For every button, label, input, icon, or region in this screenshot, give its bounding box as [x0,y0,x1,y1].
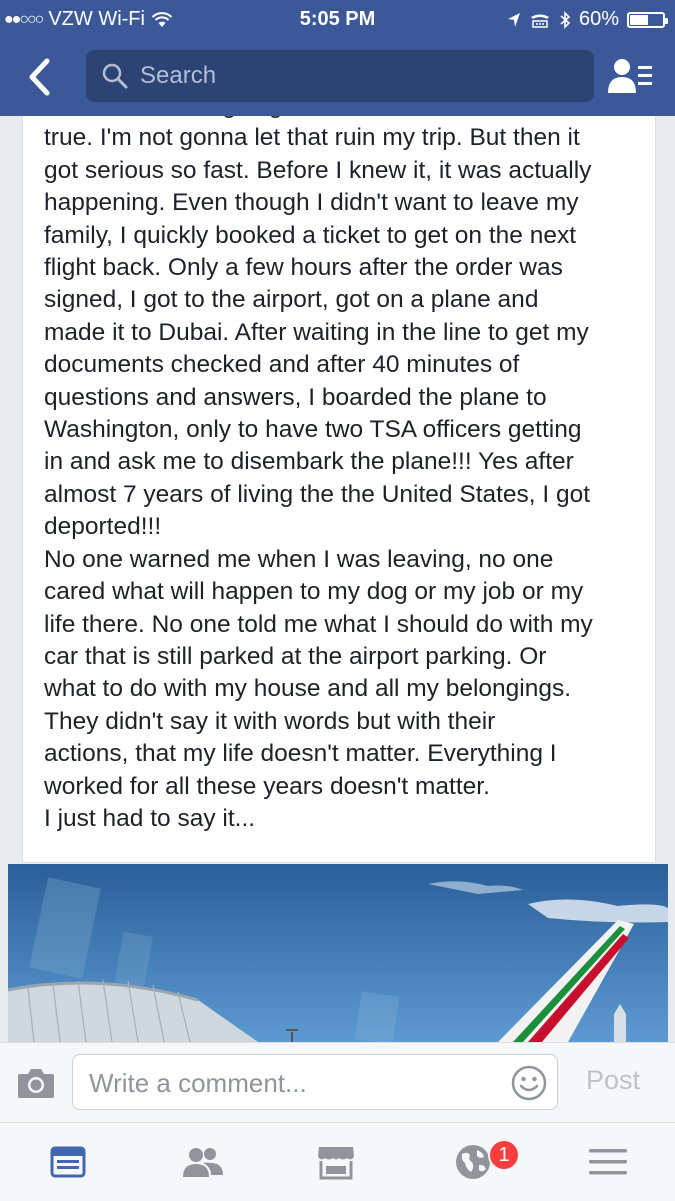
battery-percentage: 60% [578,8,619,30]
post-photo[interactable] [8,864,668,1042]
person-list-icon [608,59,652,93]
airplane-window-photo [8,864,668,1042]
comment-input[interactable] [87,1067,501,1100]
hamburger-menu-icon [589,1149,627,1175]
back-button[interactable] [22,56,56,98]
search-icon [102,63,128,89]
friends-icon [183,1148,223,1177]
status-bar: ●●○○○ VZW Wi-Fi 5:05 PM 60% [0,0,675,38]
post-card: be banned from going back!!!! No that ca… [22,116,656,863]
comment-box[interactable] [72,1054,558,1110]
bluetooth-icon [560,10,571,29]
chevron-left-icon [29,58,50,96]
post-text: be banned from going back!!!! No that ca… [44,116,593,832]
globe-icon [456,1145,490,1179]
emoji-button[interactable] [511,1065,547,1101]
navigation-bar [0,38,675,116]
notification-badge: 1 [488,1139,520,1171]
search-field[interactable] [86,50,594,102]
smiley-icon [511,1065,547,1101]
post-comment-button[interactable]: Post [586,1065,640,1096]
tab-news-feed[interactable] [43,1139,93,1185]
tab-friend-requests[interactable] [178,1139,228,1185]
camera-icon [18,1069,54,1098]
tab-marketplace[interactable] [311,1139,361,1185]
search-input[interactable] [138,61,542,91]
friend-list-button[interactable] [606,54,656,98]
location-arrow-icon [507,12,520,27]
tab-bar: 1 [0,1122,675,1201]
comment-bar: Post [0,1042,675,1123]
tty-icon [530,14,549,28]
marketplace-icon [318,1147,354,1180]
battery-icon [627,11,668,28]
news-feed-icon [50,1146,86,1178]
camera-button[interactable] [16,1066,56,1100]
tab-menu[interactable] [583,1139,633,1185]
